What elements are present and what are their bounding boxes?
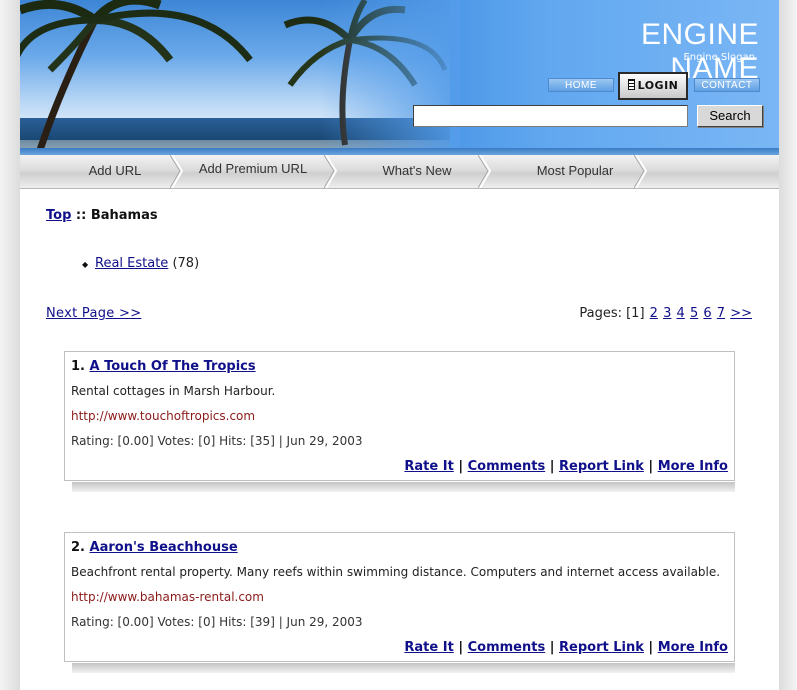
listing-actions: Rate It | Comments | Report Link | More …	[404, 459, 728, 474]
next-page-link[interactable]: Next Page >>	[46, 306, 141, 321]
page-shadow-left	[0, 0, 20, 690]
header-fade	[320, 0, 460, 155]
tab-add-premium-url[interactable]: Add Premium URL	[188, 153, 318, 186]
rate-it-link[interactable]: Rate It	[404, 459, 453, 474]
current-page: [1]	[626, 306, 645, 321]
page-link[interactable]: 5	[690, 306, 698, 321]
card-shadow	[72, 482, 735, 492]
report-link[interactable]: Report Link	[559, 640, 644, 655]
action-separator: |	[643, 459, 658, 474]
comments-link[interactable]: Comments	[468, 640, 546, 655]
more-info-link[interactable]: More Info	[658, 459, 728, 474]
listing-title: 2. Aaron's Beachhouse	[71, 540, 238, 555]
login-label: LOGIN	[637, 79, 679, 92]
listing-title-link[interactable]: Aaron's Beachhouse	[90, 540, 238, 555]
action-separator: |	[453, 640, 468, 655]
page-link[interactable]: 2	[650, 306, 658, 321]
pages-label: Pages:	[579, 306, 622, 321]
tab-whats-new[interactable]: What's New	[352, 155, 482, 188]
page-link[interactable]: 3	[663, 306, 671, 321]
comments-link[interactable]: Comments	[468, 459, 546, 474]
engine-slogan: Engine Slogan	[683, 52, 755, 63]
listing-stats: Rating: [0.00] Votes: [0] Hits: [39] | J…	[71, 615, 363, 629]
nav-separator	[170, 155, 184, 188]
page-link[interactable]: 7	[717, 306, 725, 321]
header-banner: ENGINE NAME Engine Slogan HOME LOGIN CON…	[20, 0, 779, 155]
page: ENGINE NAME Engine Slogan HOME LOGIN CON…	[20, 0, 779, 690]
action-separator: |	[545, 459, 560, 474]
listing-number: 1.	[71, 359, 85, 374]
listing-description: Rental cottages in Marsh Harbour.	[71, 384, 276, 398]
nav-separator	[478, 155, 492, 188]
listing-card: 2. Aaron's Beachhouse Beachfront rental …	[64, 532, 735, 662]
rate-it-link[interactable]: Rate It	[404, 640, 453, 655]
listing-title-link[interactable]: A Touch Of The Tropics	[90, 359, 256, 374]
breadcrumb: Top :: Bahamas	[46, 208, 158, 223]
breadcrumb-current: Bahamas	[90, 208, 158, 223]
breadcrumb-top-link[interactable]: Top	[46, 208, 71, 223]
listing-number: 2.	[71, 540, 85, 555]
listing-stats: Rating: [0.00] Votes: [0] Hits: [35] | J…	[71, 434, 363, 448]
contact-button[interactable]: CONTACT	[694, 78, 760, 92]
listing-title: 1. A Touch Of The Tropics	[71, 359, 256, 374]
breadcrumb-separator: ::	[71, 208, 91, 223]
more-info-link[interactable]: More Info	[658, 640, 728, 655]
pagination: Pages: [1] 2 3 4 5 6 7 >>	[579, 306, 752, 321]
card-shadow	[72, 663, 735, 673]
action-separator: |	[453, 459, 468, 474]
tab-most-popular[interactable]: Most Popular	[510, 155, 640, 188]
listing-url: http://www.touchoftropics.com	[71, 409, 256, 423]
search-input[interactable]	[413, 105, 688, 127]
search-button[interactable]: Search	[697, 105, 763, 127]
category-item: Real Estate (78)	[95, 256, 199, 271]
page-shadow-right	[779, 0, 797, 690]
pages-more-link[interactable]: >>	[730, 306, 752, 321]
listing-description: Beachfront rental property. Many reefs w…	[71, 565, 721, 579]
category-count: (78)	[172, 256, 200, 271]
nav-separator	[324, 155, 338, 188]
tab-add-url[interactable]: Add URL	[60, 155, 170, 188]
listing-url: http://www.bahamas-rental.com	[71, 590, 264, 604]
page-link[interactable]: 6	[703, 306, 711, 321]
page-link[interactable]: 4	[677, 306, 685, 321]
category-link[interactable]: Real Estate	[95, 256, 168, 271]
main-nav: Add URL Add Premium URL What's New Most …	[20, 155, 779, 189]
login-button[interactable]: LOGIN	[618, 72, 688, 100]
action-separator: |	[545, 640, 560, 655]
listing-actions: Rate It | Comments | Report Link | More …	[404, 640, 728, 655]
action-separator: |	[643, 640, 658, 655]
home-button[interactable]: HOME	[548, 78, 614, 92]
bullet-icon: ◆	[82, 260, 89, 269]
nav-separator	[634, 155, 648, 188]
header-bottom-bar	[20, 148, 779, 155]
listing-card: 1. A Touch Of The Tropics Rental cottage…	[64, 351, 735, 481]
login-icon	[627, 79, 635, 90]
report-link[interactable]: Report Link	[559, 459, 644, 474]
